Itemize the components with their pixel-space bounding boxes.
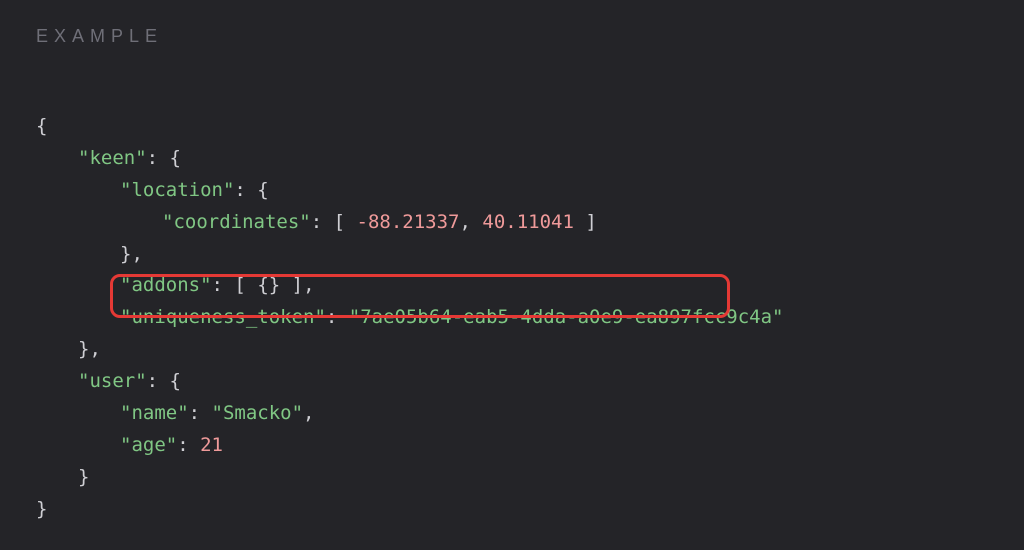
space — [280, 274, 291, 296]
key-age: "age" — [120, 434, 177, 456]
value-coord-lon: -88.21337 — [357, 211, 460, 233]
colon: : — [311, 211, 334, 233]
key-addons: "addons" — [120, 274, 212, 296]
bracket-open: [ — [234, 274, 245, 296]
brace-open: { — [36, 115, 47, 137]
empty-object: {} — [257, 274, 280, 296]
space — [471, 211, 482, 233]
key-location: "location" — [120, 179, 234, 201]
brace-close: } — [78, 466, 89, 488]
example-heading: EXAMPLE — [36, 26, 988, 47]
bracket-close: ] — [292, 274, 303, 296]
brace-close-comma: }, — [120, 243, 143, 265]
key-name: "name" — [120, 402, 189, 424]
bracket-open: [ — [334, 211, 345, 233]
value-name: "Smacko" — [212, 402, 304, 424]
space — [345, 211, 356, 233]
colon: : — [147, 147, 170, 169]
comma: , — [459, 211, 470, 233]
comma: , — [303, 402, 314, 424]
code-example-panel: EXAMPLE { "keen": { "location": { "coord… — [0, 0, 1024, 550]
brace-open: { — [257, 179, 268, 201]
key-user: "user" — [78, 370, 147, 392]
space — [574, 211, 585, 233]
colon: : — [326, 306, 349, 328]
colon: : — [189, 402, 212, 424]
value-uniqueness-token: "7ae05b64-eab5-4dda-a0e9-ea897fcc9c4a" — [349, 306, 784, 328]
colon: : — [147, 370, 170, 392]
colon: : — [212, 274, 235, 296]
comma: , — [303, 274, 314, 296]
key-coordinates: "coordinates" — [162, 211, 311, 233]
key-keen: "keen" — [78, 147, 147, 169]
code-block: { "keen": { "location": { "coordinates":… — [36, 79, 988, 550]
bracket-close: ] — [585, 211, 596, 233]
brace-close-comma: }, — [78, 338, 101, 360]
brace-open: { — [170, 370, 181, 392]
value-age: 21 — [200, 434, 223, 456]
value-coord-lat: 40.11041 — [482, 211, 574, 233]
colon: : — [234, 179, 257, 201]
colon: : — [177, 434, 200, 456]
key-uniqueness-token: "uniqueness_token" — [120, 306, 326, 328]
brace-close: } — [36, 498, 47, 520]
brace-open: { — [170, 147, 181, 169]
space — [246, 274, 257, 296]
